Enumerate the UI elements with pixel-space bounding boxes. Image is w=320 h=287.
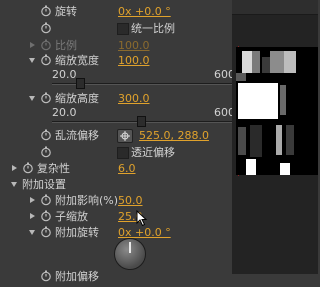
value-turbulence-offset[interactable]: 525.0, 288.0: [139, 127, 209, 144]
row-sub-influence: 附加影响(%) 50.0: [0, 192, 232, 209]
noise-block: [280, 163, 290, 175]
label-scale-width: 缩放宽度: [55, 54, 99, 67]
slider-min-label: 20.0: [52, 68, 77, 81]
value-scale-width[interactable]: 100.0: [118, 52, 150, 69]
stopwatch-icon[interactable]: [40, 270, 52, 282]
scale-width-slider-knob[interactable]: [76, 78, 85, 89]
stopwatch-icon[interactable]: [40, 226, 52, 238]
noise-block: [262, 57, 270, 73]
stopwatch-icon[interactable]: [40, 129, 52, 141]
label-sub-settings: 附加设置: [22, 178, 66, 191]
row-sub-rotation: 附加旋转 0x +0.0 °: [0, 224, 232, 241]
row-sub-offset: 附加偏移: [0, 268, 232, 285]
noise-block: [286, 125, 294, 155]
noise-block: [246, 159, 256, 175]
mouse-cursor-icon: [136, 210, 148, 227]
rotation-dial[interactable]: [114, 238, 146, 270]
row-uniform-scale: 统一比例: [0, 20, 232, 37]
label-scale-height: 缩放高度: [55, 92, 99, 105]
noise-block: [252, 51, 260, 73]
row-turbulence-offset: 乱流偏移 525.0, 288.0: [0, 127, 232, 144]
expand-arrow-icon[interactable]: [30, 42, 35, 48]
row-scale-width: 缩放宽度 100.0: [0, 52, 232, 69]
collapse-arrow-icon[interactable]: [29, 96, 35, 101]
stopwatch-icon[interactable]: [40, 146, 52, 158]
scale-height-slider-knob[interactable]: [137, 116, 146, 127]
label-sub-rotation: 附加旋转: [55, 226, 99, 239]
label-turbulence-offset: 乱流偏移: [55, 129, 99, 142]
label-sub-scaling: 子缩放: [55, 210, 88, 223]
expand-arrow-icon[interactable]: [12, 165, 17, 171]
noise-block: [284, 51, 296, 73]
noise-block: [236, 73, 246, 81]
noise-block: [280, 85, 286, 115]
row-scale-height: 缩放高度 300.0: [0, 90, 232, 107]
row-sub-scaling: 子缩放 25.0: [0, 208, 232, 225]
stopwatch-icon[interactable]: [40, 54, 52, 66]
label-sub-influence: 附加影响(%): [55, 194, 119, 207]
effect-controls-panel: 旋转 0x +0.0 ° 统一比例 比例 100.0 缩放宽度 100.0 20…: [0, 0, 235, 283]
label-complexity: 复杂性: [37, 162, 70, 175]
noise-block: [250, 125, 262, 157]
row-rotation: 旋转 0x +0.0 °: [0, 3, 232, 20]
value-rotation[interactable]: 0x +0.0 °: [118, 3, 171, 20]
expand-arrow-icon[interactable]: [30, 197, 35, 203]
noise-block: [238, 83, 278, 119]
viewer-tab-bar: [232, 0, 318, 15]
stopwatch-icon[interactable]: [40, 210, 52, 222]
stopwatch-icon[interactable]: [40, 92, 52, 104]
value-complexity[interactable]: 6.0: [118, 160, 136, 177]
stopwatch-icon[interactable]: [40, 22, 52, 34]
crosshair-icon: [120, 131, 130, 141]
crosshair-button[interactable]: [117, 129, 133, 143]
value-scale-height[interactable]: 300.0: [118, 90, 150, 107]
row-perspective-offset: 透近偏移: [0, 144, 232, 161]
collapse-arrow-icon[interactable]: [29, 230, 35, 235]
stopwatch-icon[interactable]: [22, 162, 34, 174]
label-rotation: 旋转: [55, 5, 77, 18]
stopwatch-icon: [40, 39, 52, 51]
perspective-offset-checkbox[interactable]: [117, 147, 129, 159]
label-uniform-scale: 统一比例: [131, 22, 175, 35]
collapse-arrow-icon[interactable]: [29, 58, 35, 63]
preview-image: [236, 47, 318, 175]
collapse-arrow-icon[interactable]: [11, 182, 17, 187]
label-perspective-offset: 透近偏移: [131, 146, 175, 159]
noise-block: [238, 127, 246, 155]
slider-min-label: 20.0: [52, 106, 77, 119]
row-sub-settings[interactable]: 附加设置: [0, 176, 232, 193]
stopwatch-icon[interactable]: [40, 194, 52, 206]
noise-block: [276, 125, 282, 155]
stopwatch-icon[interactable]: [40, 5, 52, 17]
value-sub-influence[interactable]: 50.0: [118, 192, 143, 209]
noise-block: [270, 51, 284, 73]
uniform-scale-checkbox[interactable]: [117, 23, 129, 35]
dial-indicator: [129, 242, 131, 253]
label-sub-offset: 附加偏移: [55, 270, 99, 283]
noise-block: [242, 51, 252, 73]
expand-arrow-icon[interactable]: [30, 213, 35, 219]
row-complexity: 复杂性 6.0: [0, 160, 232, 177]
